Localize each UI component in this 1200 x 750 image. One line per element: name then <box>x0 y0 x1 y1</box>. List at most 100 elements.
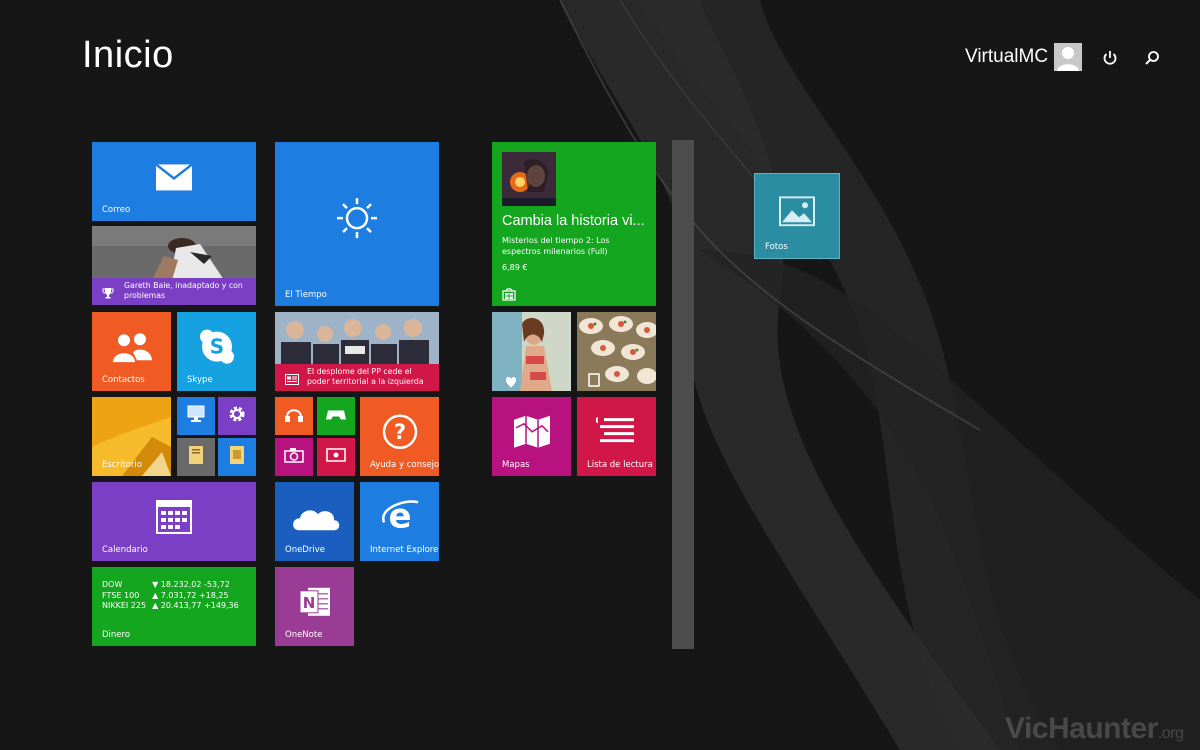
tile-label: Escritorio <box>102 460 142 470</box>
power-icon[interactable] <box>1100 48 1120 68</box>
calendar-icon <box>156 499 192 537</box>
help-icon: ? <box>382 413 418 453</box>
market-row: FTSE 100 ▲ 7.031,72 +18,25 <box>102 591 245 602</box>
page-title: Inicio <box>82 34 174 76</box>
tile-lectura[interactable]: Lista de lectura <box>577 397 656 476</box>
tile-label: Ayuda y consejos <box>370 460 439 470</box>
market-arrow: ▼ <box>152 580 159 589</box>
market-row: NIKKEI 225 ▲ 20.413,77 +149,36 <box>102 601 245 612</box>
tile-this-pc[interactable] <box>177 397 215 435</box>
market-name: NIKKEI 225 <box>102 601 147 610</box>
sun-icon <box>335 196 379 244</box>
cloud-icon <box>289 502 341 536</box>
username[interactable]: VirtualMC <box>965 46 1048 68</box>
tile-ayuda[interactable]: ? Ayuda y consejos <box>360 397 439 476</box>
watermark-tld: .org <box>1157 725 1184 742</box>
tile-dinero[interactable]: DOW ▼ 18.232,02 -53,72 FTSE 100 ▲ 7.031,72… <box>92 567 256 646</box>
tile-files[interactable] <box>218 438 256 476</box>
news-photo <box>92 226 256 280</box>
tile-onenote[interactable]: N OneNote <box>275 567 354 646</box>
tile-label: Skype <box>187 375 213 385</box>
tile-label: Mapas <box>502 460 530 470</box>
tile-label: OneDrive <box>285 545 325 555</box>
tile-label: Calendario <box>102 545 148 555</box>
market-value: 20.413,77 <box>160 601 202 610</box>
tile-tiempo[interactable]: El Tiempo <box>275 142 439 306</box>
tile-contactos[interactable]: Contactos <box>92 312 171 391</box>
store-icon <box>502 286 516 305</box>
market-change: +149,36 <box>204 601 239 610</box>
tile-calendario[interactable]: Calendario <box>92 482 256 561</box>
tile-correo[interactable]: Correo <box>92 142 256 221</box>
tile-health[interactable] <box>492 312 571 391</box>
headphones-icon <box>284 405 304 427</box>
tile-news-pp[interactable]: El desplome del PP cede el poder territo… <box>275 312 439 391</box>
tile-label: OneNote <box>285 630 323 640</box>
tile-fotos[interactable]: Fotos <box>754 173 840 259</box>
user-icon[interactable] <box>1054 43 1082 71</box>
photos-icon <box>779 196 815 230</box>
news-headline: Gareth Bale, inadaptado y con problemas <box>124 281 243 300</box>
tile-label: El Tiempo <box>285 290 327 300</box>
tile-label: Lista de lectura <box>587 460 653 470</box>
scrollbar[interactable] <box>672 140 694 649</box>
gear-icon <box>227 404 247 428</box>
video-icon <box>326 447 346 467</box>
market-arrow: ▲ <box>152 590 159 600</box>
tile-video[interactable] <box>317 438 355 476</box>
game-cover <box>502 152 556 206</box>
svg-text:N: N <box>302 593 315 611</box>
tile-news-bale[interactable]: Gareth Bale, inadaptado y con problemas <box>92 226 256 305</box>
ie-icon: e <box>380 496 420 540</box>
trophy-icon <box>102 284 114 303</box>
maps-icon <box>512 413 552 453</box>
store-price: 6,89 € <box>502 263 528 272</box>
market-value: 18.232,02 <box>160 580 202 589</box>
tile-skype[interactable]: S Skype <box>177 312 256 391</box>
watermark-brand: VicHaunter <box>1005 712 1158 745</box>
reading-list-icon <box>595 416 638 452</box>
market-arrow: ▲ <box>152 601 159 610</box>
file-explorer-icon <box>227 444 247 470</box>
tile-label: Fotos <box>765 242 788 252</box>
tile-onedrive[interactable]: OneDrive <box>275 482 354 561</box>
mail-icon <box>155 162 193 195</box>
health-photo <box>492 312 571 391</box>
tile-label: Contactos <box>102 375 145 385</box>
store-headline: Cambia la historia vi... <box>502 213 645 229</box>
skype-icon: S <box>198 327 236 369</box>
onenote-icon: N <box>298 583 332 623</box>
market-name: FTSE 100 <box>102 590 140 600</box>
tile-mapas[interactable]: Mapas <box>492 397 571 476</box>
news-icon <box>285 370 299 389</box>
people-icon <box>111 332 153 366</box>
tile-games[interactable] <box>317 397 355 435</box>
market-row: DOW ▼ 18.232,02 -53,72 <box>102 580 245 591</box>
tile-ie[interactable]: e Internet Explorer <box>360 482 439 561</box>
search-icon[interactable] <box>1142 48 1162 68</box>
xbox-icon <box>326 407 346 426</box>
tile-camera[interactable] <box>275 438 313 476</box>
news-headline: El desplome del PP cede el poder territo… <box>307 367 424 386</box>
camera-icon <box>284 447 304 467</box>
market-name: DOW <box>102 580 123 589</box>
market-value: 7.031,72 <box>160 590 197 600</box>
tile-settings[interactable] <box>218 397 256 435</box>
tile-music[interactable] <box>275 397 313 435</box>
tile-store[interactable]: Cambia la historia vi... Misterios del t… <box>492 142 656 306</box>
market-change: -53,72 <box>204 580 230 589</box>
store-subtitle: Misterios del tiempo 2: Los espectros mi… <box>502 236 610 256</box>
market-change: +18,25 <box>198 590 229 600</box>
computer-icon <box>186 405 206 427</box>
news-photo <box>275 312 439 366</box>
tile-food[interactable] <box>577 312 656 391</box>
watermark: VicHaunter.org <box>1005 712 1184 746</box>
markets-table: DOW ▼ 18.232,02 -53,72 FTSE 100 ▲ 7.031,72… <box>102 580 245 612</box>
tile-label: Correo <box>102 205 131 215</box>
tile-label: Internet Explorer <box>370 545 439 555</box>
svg-text:?: ? <box>393 419 405 443</box>
tile-escritorio[interactable]: Escritorio <box>92 397 171 476</box>
food-photo <box>577 312 656 391</box>
tile-documents[interactable] <box>177 438 215 476</box>
svg-text:S: S <box>209 334 223 358</box>
